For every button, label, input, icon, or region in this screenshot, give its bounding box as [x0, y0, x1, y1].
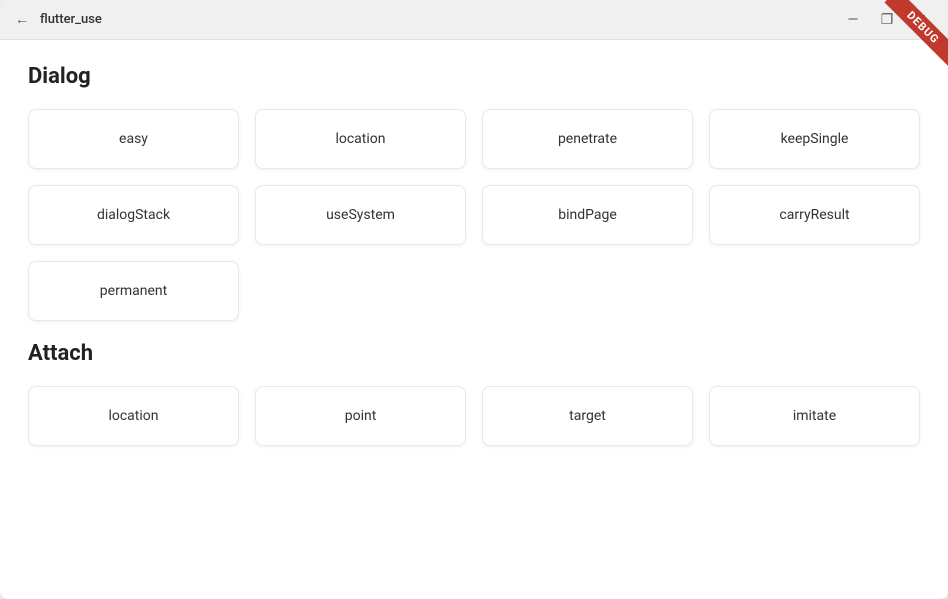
- grid-item-dialog-carryresult[interactable]: carryResult: [709, 185, 920, 245]
- grid-row-dialog-1: dialogStack useSystem bindPage carryResult: [28, 185, 920, 245]
- grid-item-dialog-easy[interactable]: easy: [28, 109, 239, 169]
- grid-item-label: carryResult: [779, 207, 849, 223]
- close-button[interactable]: ✕: [906, 8, 936, 32]
- grid-item-label: dialogStack: [97, 207, 170, 223]
- title-bar: ← flutter_use — ❐ ✕: [0, 0, 948, 40]
- grid-item-attach-imitate[interactable]: imitate: [709, 386, 920, 446]
- grid-item-label: penetrate: [558, 131, 617, 147]
- grid-item-label: keepSingle: [781, 131, 849, 147]
- app-window: ← flutter_use — ❐ ✕ DEBUG Dialogeasyloca…: [0, 0, 948, 599]
- section-title-attach: Attach: [28, 341, 920, 366]
- section-attach: Attach location point target imitate: [28, 341, 920, 446]
- grid-item-label: point: [345, 408, 377, 424]
- title-bar-left: ← flutter_use: [12, 10, 102, 30]
- grid-item-dialog-keepsingle[interactable]: keepSingle: [709, 109, 920, 169]
- grid-item-attach-target[interactable]: target: [482, 386, 693, 446]
- grid-item-label: permanent: [100, 283, 167, 299]
- section-dialog: Dialog easy location penetrate keepSingle dia…: [28, 64, 920, 321]
- grid-item-label: bindPage: [558, 207, 617, 223]
- grid-item-label: target: [569, 408, 606, 424]
- grid-item-dialog-dialogstack[interactable]: dialogStack: [28, 185, 239, 245]
- main-content: Dialog easy location penetrate keepSingle dia…: [0, 40, 948, 599]
- app-title: flutter_use: [40, 12, 102, 27]
- grid-row-dialog-2: permanent: [28, 261, 920, 321]
- maximize-button[interactable]: ❐: [872, 8, 902, 32]
- grid-row-dialog-0: easy location penetrate keepSingle: [28, 109, 920, 169]
- grid-item-label: easy: [119, 131, 148, 147]
- grid-item-label: imitate: [793, 408, 836, 424]
- minimize-button[interactable]: —: [838, 8, 868, 32]
- back-button[interactable]: ←: [12, 10, 32, 30]
- grid-item-label: location: [108, 408, 158, 424]
- grid-item-label: useSystem: [326, 207, 395, 223]
- grid-item-attach-point[interactable]: point: [255, 386, 466, 446]
- section-title-dialog: Dialog: [28, 64, 920, 89]
- grid-item-label: location: [335, 131, 385, 147]
- window-controls: — ❐ ✕: [838, 8, 936, 32]
- grid-item-dialog-bindpage[interactable]: bindPage: [482, 185, 693, 245]
- grid-item-dialog-usesystem[interactable]: useSystem: [255, 185, 466, 245]
- grid-row-attach-0: location point target imitate: [28, 386, 920, 446]
- grid-item-dialog-location[interactable]: location: [255, 109, 466, 169]
- grid-item-dialog-penetrate[interactable]: penetrate: [482, 109, 693, 169]
- grid-item-dialog-permanent[interactable]: permanent: [28, 261, 239, 321]
- grid-item-attach-location[interactable]: location: [28, 386, 239, 446]
